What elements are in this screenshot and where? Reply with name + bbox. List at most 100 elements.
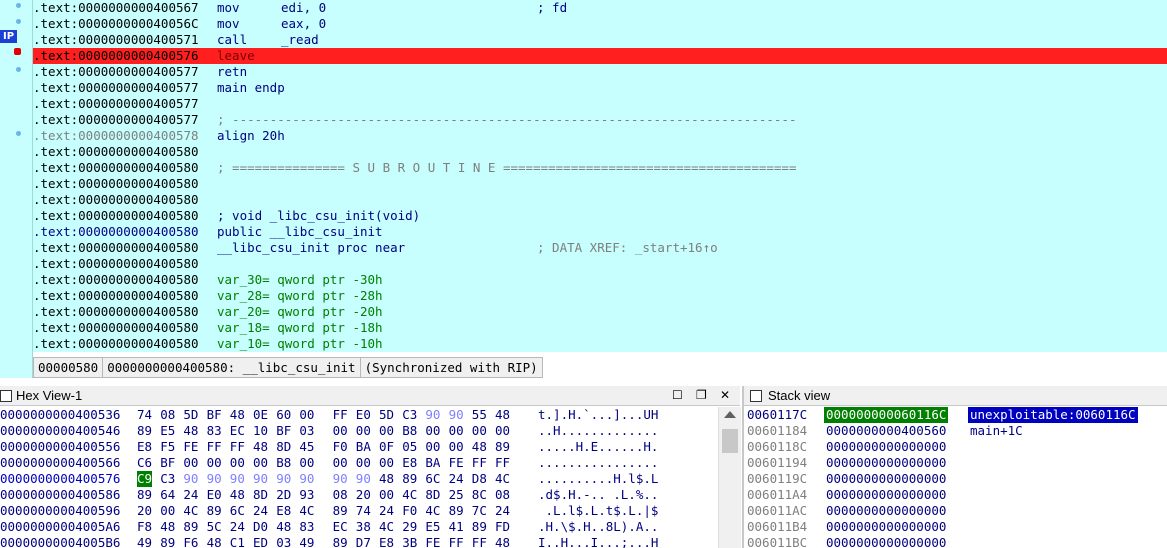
function-name[interactable]: __libc_csu_init proc near <box>217 240 537 256</box>
hex-byte[interactable]: 89 <box>160 535 175 548</box>
hex-row-ascii[interactable]: .d$.H.-.. .L.%.. <box>538 487 658 503</box>
restore-icon[interactable]: ❐ <box>696 386 707 405</box>
stack-row[interactable]: 006011B4 0000000000000000 <box>744 519 1167 535</box>
hex-byte[interactable]: FF <box>230 439 245 455</box>
stack-variable[interactable]: var_28= qword ptr -28h <box>217 288 383 303</box>
hex-byte[interactable]: 3B <box>402 535 417 548</box>
stack-variable[interactable]: var_20= qword ptr -20h <box>217 304 383 319</box>
listing-line[interactable]: .text:0000000000400580 <box>33 192 1167 208</box>
listing-line[interactable]: .text:0000000000400580 <box>33 256 1167 272</box>
hex-byte[interactable]: 29 <box>402 519 417 535</box>
stack-variable[interactable]: var_10= qword ptr -10h <box>217 336 383 351</box>
hex-view-panel[interactable]: Hex View-1 ☐ ❐ ✕ 0000000000400536 74 08 5D B… <box>0 386 741 548</box>
hex-byte[interactable]: 4C <box>425 503 440 519</box>
stack-row[interactable]: 00601184 0000000000400560 main+1C <box>744 423 1167 439</box>
hex-byte[interactable]: 49 <box>299 535 314 548</box>
hex-row-ascii[interactable]: t.].H.`...]...UH <box>538 407 658 423</box>
hex-byte[interactable]: 24 <box>379 503 394 519</box>
scroll-up-icon[interactable] <box>724 411 736 418</box>
hex-view-scrollbar[interactable] <box>718 407 741 548</box>
hex-byte[interactable]: 00 <box>495 423 510 439</box>
hex-byte[interactable]: 55 <box>472 407 487 423</box>
listing-line[interactable]: .text:0000000000400577 ; ----------------… <box>33 112 1167 128</box>
hex-byte[interactable]: FF <box>472 535 487 548</box>
hex-byte[interactable]: 00 <box>425 439 440 455</box>
hex-byte[interactable]: 89 <box>207 503 222 519</box>
listing-line[interactable]: .text:0000000000400580 var_30= qword ptr … <box>33 272 1167 288</box>
listing-line[interactable]: .text:0000000000400571 call _read <box>33 32 1167 48</box>
listing-line[interactable]: .text:0000000000400577 main endp <box>33 80 1167 96</box>
hex-byte[interactable]: 90 <box>333 471 348 487</box>
hex-byte[interactable]: 90 <box>253 471 268 487</box>
hex-byte[interactable]: F6 <box>183 535 198 548</box>
hex-byte[interactable]: FF <box>495 455 510 471</box>
hex-byte[interactable]: 00 <box>183 455 198 471</box>
hex-byte[interactable]: C6 <box>137 455 152 471</box>
listing-line[interactable]: .text:000000000040056C mov eax, 0 <box>33 16 1167 32</box>
hex-byte[interactable]: C1 <box>230 535 245 548</box>
listing-line[interactable]: .text:0000000000400578 align 20h <box>33 128 1167 144</box>
hex-byte[interactable]: FF <box>333 407 348 423</box>
current-instruction-line[interactable]: .text:0000000000400576 leave <box>33 48 1167 64</box>
stack-value[interactable]: 0000000000000000 <box>826 439 946 455</box>
stack-value[interactable]: 000000000060116C <box>824 407 949 423</box>
hex-byte[interactable]: 00 <box>472 423 487 439</box>
stack-value[interactable]: 0000000000000000 <box>826 455 946 471</box>
disassembly-listing[interactable]: .text:0000000000400567 mov edi, 0 ; fd .tex… <box>33 0 1167 352</box>
hex-byte[interactable]: 41 <box>449 519 464 535</box>
hex-byte[interactable]: 48 <box>379 471 394 487</box>
hex-byte[interactable]: 05 <box>402 439 417 455</box>
disassembly-view[interactable]: IP .text:0000000000400567 mov edi, 0 ; fd .… <box>0 0 1167 378</box>
listing-line[interactable]: .text:0000000000400580 __libc_csu_init pr… <box>33 240 1167 256</box>
hex-view-titlebar[interactable]: Hex View-1 ☐ ❐ ✕ <box>0 386 740 406</box>
stack-row[interactable]: 0060119C 0000000000000000 <box>744 471 1167 487</box>
hex-byte[interactable]: E5 <box>160 423 175 439</box>
hex-byte[interactable]: 10 <box>253 423 268 439</box>
hex-byte[interactable]: 00 <box>379 455 394 471</box>
listing-line[interactable]: .text:0000000000400577 retn <box>33 64 1167 80</box>
listing-line[interactable]: .text:0000000000400580 ; void _libc_csu_i… <box>33 208 1167 224</box>
scrollbar-thumb[interactable] <box>722 429 738 453</box>
hex-byte[interactable]: 60 <box>276 407 291 423</box>
hex-byte[interactable]: 0E <box>253 407 268 423</box>
hex-byte[interactable]: 90 <box>299 471 314 487</box>
stack-row[interactable]: 00601194 0000000000000000 <box>744 455 1167 471</box>
listing-line[interactable]: .text:0000000000400580 var_18= qword ptr … <box>33 320 1167 336</box>
hex-byte[interactable]: 48 <box>495 407 510 423</box>
hex-byte[interactable]: 00 <box>160 503 175 519</box>
stack-row[interactable]: 006011A4 0000000000000000 <box>744 487 1167 503</box>
hex-byte[interactable]: 4C <box>183 503 198 519</box>
hex-byte[interactable]: 89 <box>333 503 348 519</box>
hex-byte[interactable]: 8D <box>425 487 440 503</box>
hex-byte[interactable]: 8C <box>472 487 487 503</box>
hex-byte[interactable]: 90 <box>230 471 245 487</box>
hex-byte[interactable]: D0 <box>253 519 268 535</box>
hex-byte[interactable]: EC <box>333 519 348 535</box>
hex-byte[interactable]: F0 <box>333 439 348 455</box>
hex-byte[interactable]: 74 <box>356 503 371 519</box>
hex-byte[interactable]: D8 <box>472 471 487 487</box>
hex-byte[interactable]: 5C <box>207 519 222 535</box>
hex-byte[interactable]: E8 <box>379 535 394 548</box>
hex-row[interactable]: 0000000000400566 C6 BF 00 00 00 00 B8 00 00 00 00 E8… <box>0 455 718 471</box>
hex-byte[interactable]: 24 <box>183 487 198 503</box>
hex-byte[interactable]: 89 <box>495 439 510 455</box>
hex-byte[interactable]: F0 <box>402 503 417 519</box>
hex-byte[interactable]: 89 <box>137 487 152 503</box>
hex-byte[interactable]: 89 <box>333 535 348 548</box>
stack-variable[interactable]: var_18= qword ptr -18h <box>217 320 383 335</box>
hex-byte[interactable]: 48 <box>183 423 198 439</box>
hex-byte[interactable]: 8D <box>276 439 291 455</box>
hex-byte[interactable]: 00 <box>449 423 464 439</box>
stack-value[interactable]: 0000000000400560 <box>826 423 946 439</box>
hex-byte[interactable]: 24 <box>230 519 245 535</box>
stack-variable[interactable]: var_30= qword ptr -30h <box>217 272 383 287</box>
stack-view-titlebar[interactable]: Stack view <box>744 386 1167 406</box>
breakpoint-gutter[interactable]: IP <box>0 0 33 378</box>
stack-value[interactable]: 0000000000000000 <box>826 535 946 548</box>
hex-byte[interactable]: 24 <box>449 471 464 487</box>
stack-value[interactable]: 0000000000000000 <box>826 471 946 487</box>
listing-line[interactable]: .text:0000000000400580 <box>33 176 1167 192</box>
hex-byte[interactable]: ED <box>253 535 268 548</box>
hex-byte[interactable]: 48 <box>495 535 510 548</box>
